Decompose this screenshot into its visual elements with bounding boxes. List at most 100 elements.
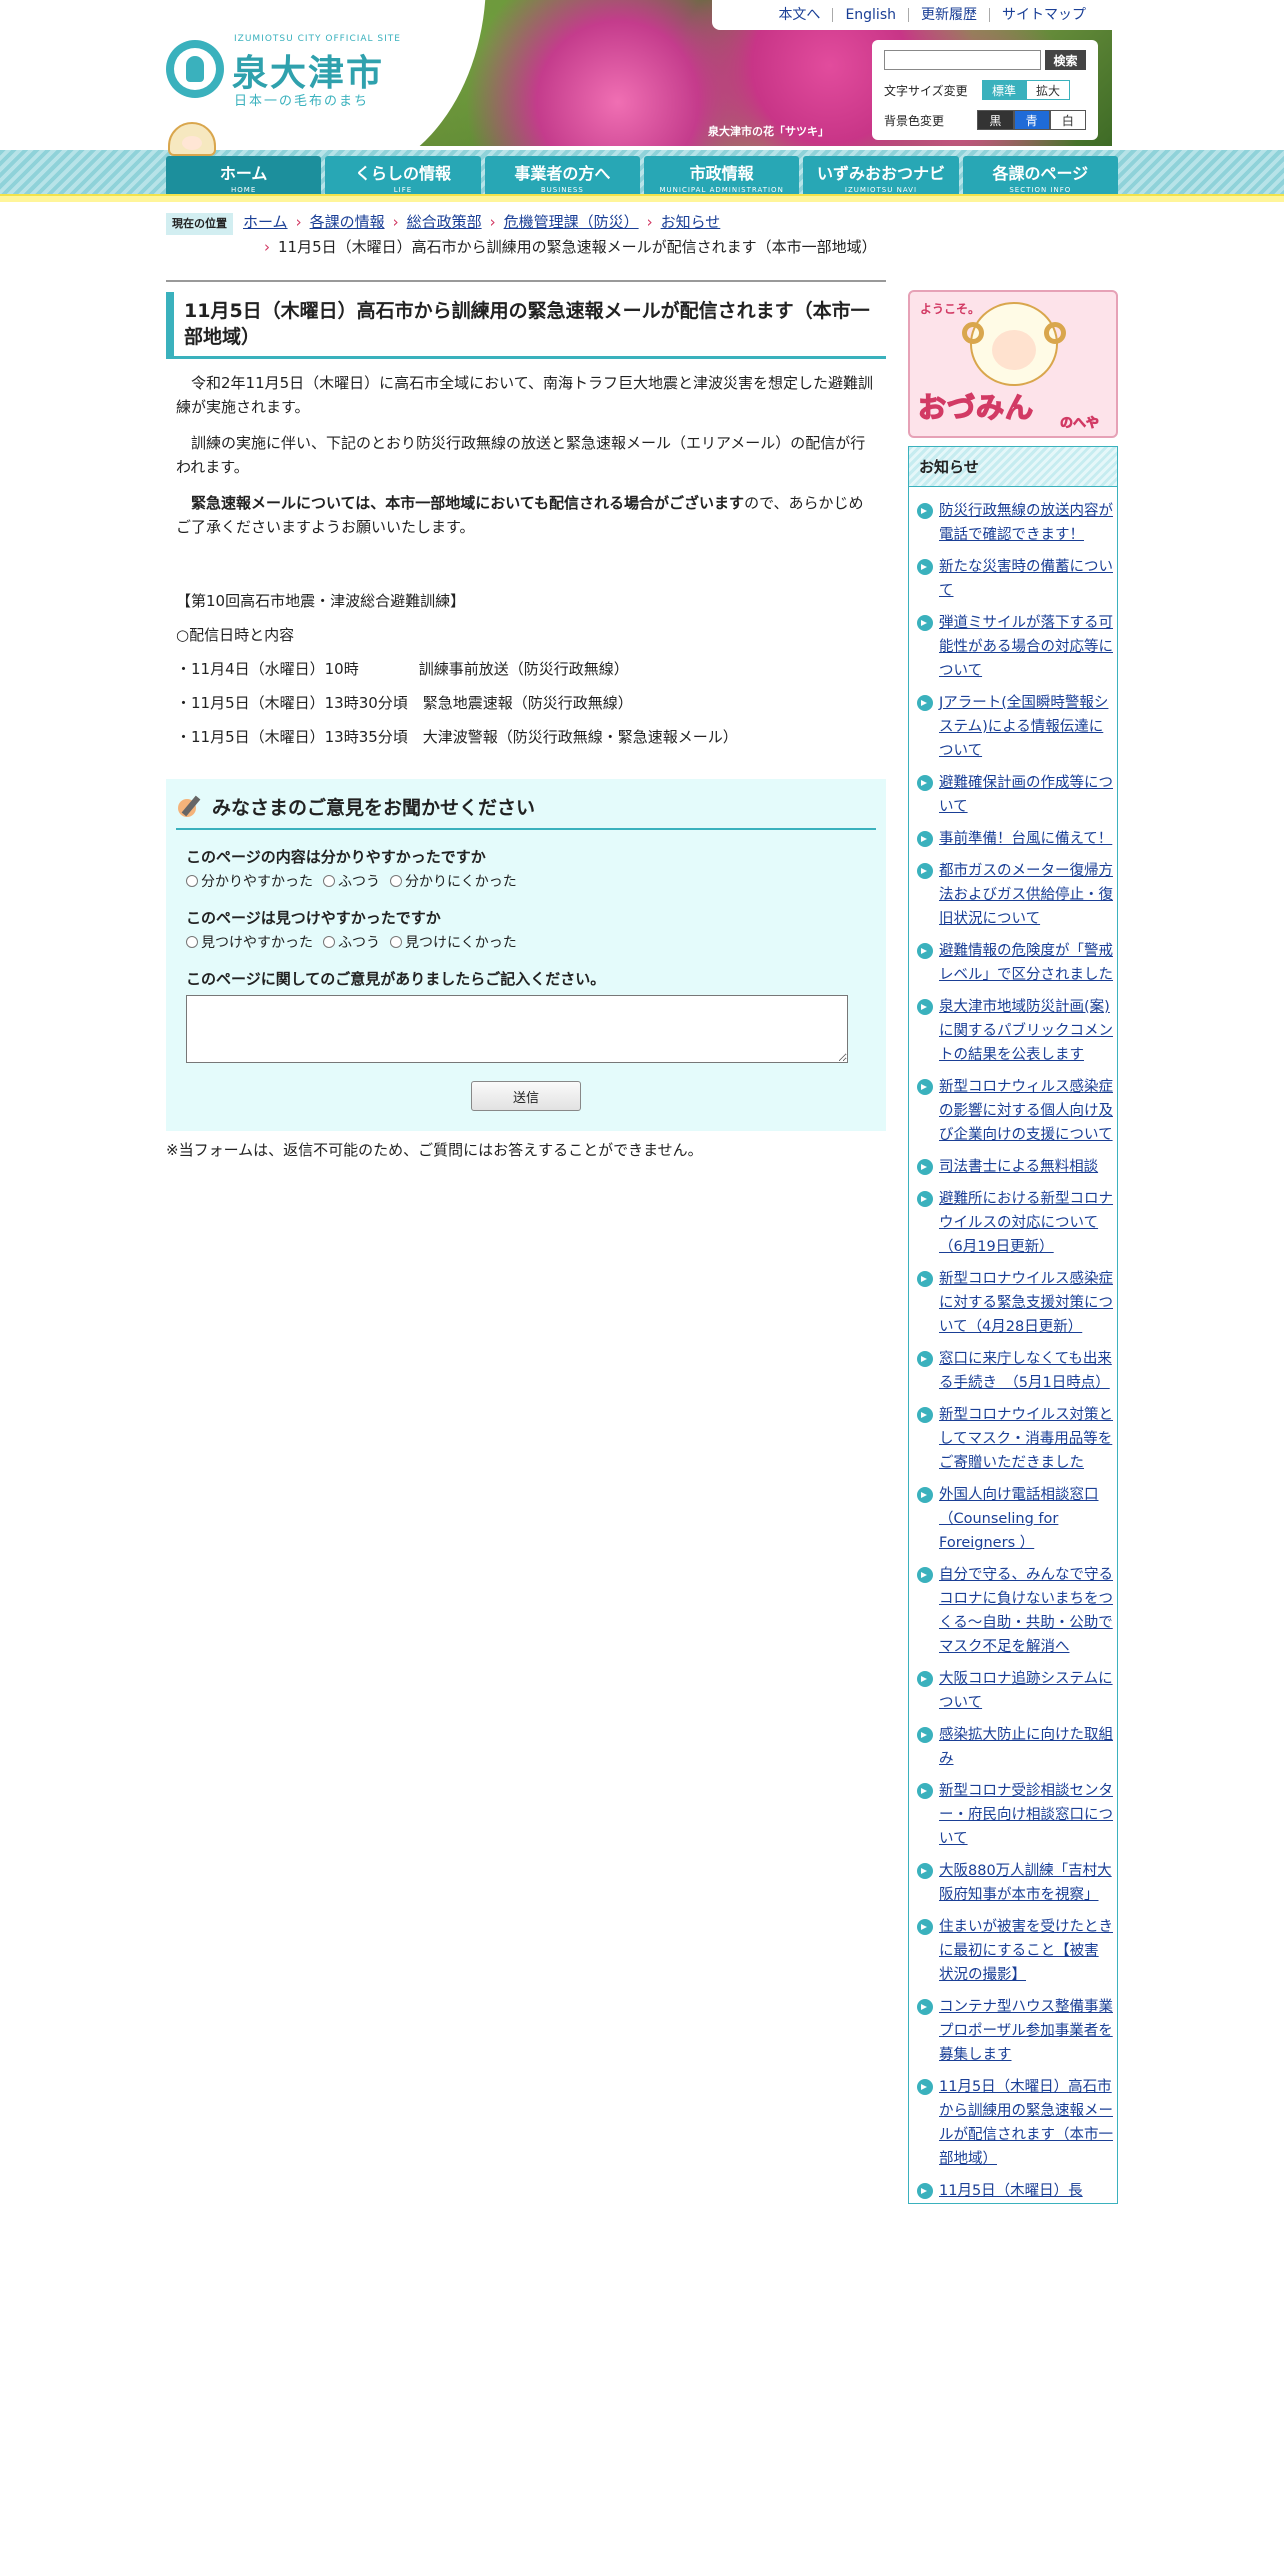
news-item: 大阪880万人訓練「吉村大阪府知事が本市を視察」: [917, 1859, 1113, 1907]
feedback-question: このページは見つけやすかったですか: [186, 909, 441, 927]
radio-button[interactable]: [323, 875, 335, 887]
bg-black-button[interactable]: 黒: [977, 110, 1014, 130]
news-link[interactable]: 防災行政無線の放送内容が電話で確認できます！: [939, 499, 1113, 547]
arrow-bullet-icon: [917, 1271, 933, 1287]
tools-panel: 検索 文字サイズ変更 標準 拡大 背景色変更 黒 青 白: [872, 40, 1098, 140]
divider: [166, 280, 886, 282]
news-link[interactable]: 新型コロナウイルス対策としてマスク・消毒用品等をご寄贈いただきました: [939, 1403, 1113, 1475]
feedback-question: このページの内容は分かりやすかったですか: [186, 848, 486, 866]
bg-blue-button[interactable]: 青: [1013, 110, 1050, 130]
arrow-bullet-icon: [917, 2183, 933, 2199]
font-standard-button[interactable]: 標準: [982, 80, 1026, 100]
schedule-item: ・11月4日（水曜日）10時 訓練事前放送（防災行政無線）: [176, 660, 629, 678]
news-link[interactable]: 11月5日（木曜日）長: [939, 2179, 1083, 2203]
news-link[interactable]: 新型コロナウィルス感染症の影響に対する個人向け及び企業向けの支援について: [939, 1075, 1113, 1147]
news-link[interactable]: 新型コロナ受診相談センター・府民向け相談窓口について: [939, 1779, 1113, 1851]
logo-subtitle: IZUMIOTSU CITY OFFICIAL SITE: [234, 34, 401, 44]
nav-home[interactable]: ホーム HOME: [166, 156, 322, 194]
font-size-label: 文字サイズ変更: [884, 83, 968, 98]
skip-to-content-link[interactable]: 本文へ: [766, 8, 832, 22]
news-link[interactable]: 司法書士による無料相談: [939, 1155, 1098, 1179]
ozumin-banner[interactable]: ようこそ。 おづみん のへや: [908, 290, 1118, 438]
nav-izumiotsu-navi[interactable]: いずみおおつナビ IZUMIOTSU NAVI: [803, 156, 959, 194]
nav-label: 各課のページ: [992, 164, 1089, 183]
chevron-right-icon: ›: [264, 238, 270, 256]
news-link[interactable]: 都市ガスのメーター復帰方法およびガス供給停止・復旧状況について: [939, 859, 1113, 931]
breadcrumb-link[interactable]: お知らせ: [661, 213, 721, 231]
news-link[interactable]: 避難情報の危険度が「警戒レベル」で区分されました: [939, 939, 1113, 987]
radio-option[interactable]: 見つけやすかった: [186, 932, 313, 952]
update-history-link[interactable]: 更新履歴: [908, 8, 989, 22]
news-link[interactable]: 窓口に来庁しなくても出来る手続き （5月1日時点）: [939, 1347, 1113, 1395]
main-content: 11月5日（木曜日）高石市から訓練用の緊急速報メールが配信されます（本市一部地域…: [166, 280, 886, 1160]
nav-sublabel: LIFE: [393, 186, 413, 194]
news-link[interactable]: 泉大津市地域防災計画(案)に関するパブリックコメントの結果を公表します: [939, 995, 1113, 1067]
radio-label: 見つけにくかった: [405, 935, 517, 951]
search-button[interactable]: 検索: [1045, 50, 1086, 70]
arrow-bullet-icon: [917, 943, 933, 959]
news-link[interactable]: 弾道ミサイルが落下する可能性がある場合の対応等について: [939, 611, 1113, 683]
news-item: コンテナ型ハウス整備事業プロポーザル参加事業者を募集します: [917, 1995, 1113, 2067]
news-link[interactable]: コンテナ型ハウス整備事業プロポーザル参加事業者を募集します: [939, 1995, 1113, 2067]
news-link[interactable]: 外国人向け電話相談窓口（Counseling for Foreigners ）: [939, 1483, 1113, 1555]
horn-icon: [962, 322, 984, 344]
global-nav: ホーム HOME くらしの情報 LIFE 事業者の方へ BUSINESS 市政情…: [166, 156, 1118, 194]
radio-button[interactable]: [186, 875, 198, 887]
feedback-textarea[interactable]: [186, 995, 848, 1063]
arrow-bullet-icon: [917, 775, 933, 791]
news-link[interactable]: 避難所における新型コロナウイルスの対応について（6月19日更新）: [939, 1187, 1113, 1259]
nav-municipal[interactable]: 市政情報 MUNICIPAL ADMINISTRATION: [643, 156, 800, 194]
hero-caption: 泉大津市の花「サツキ」: [708, 125, 829, 138]
news-link[interactable]: 新型コロナウイルス感染症に対する緊急支援対策について（4月28日更新）: [939, 1267, 1113, 1339]
news-item: 新型コロナ受診相談センター・府民向け相談窓口について: [917, 1779, 1113, 1851]
arrow-bullet-icon: [917, 1079, 933, 1095]
radio-button[interactable]: [323, 936, 335, 948]
radio-option[interactable]: 分かりにくかった: [390, 871, 517, 891]
city-emblem-icon: [166, 40, 224, 98]
nav-section-info[interactable]: 各課のページ SECTION INFO: [962, 156, 1118, 194]
page-title: 11月5日（木曜日）高石市から訓練用の緊急速報メールが配信されます（本市一部地域…: [166, 292, 886, 359]
news-link[interactable]: 大阪880万人訓練「吉村大阪府知事が本市を視察」: [939, 1859, 1113, 1907]
radio-option[interactable]: 見つけにくかった: [390, 932, 517, 952]
news-link[interactable]: 感染拡大防止に向けた取組み: [939, 1723, 1113, 1771]
radio-button[interactable]: [186, 936, 198, 948]
nav-business[interactable]: 事業者の方へ BUSINESS: [484, 156, 640, 194]
news-link[interactable]: 自分で守る、みんなで守るコロナに負けないまちをつくる～自助・共助・公助でマスク不…: [939, 1563, 1113, 1659]
news-box: お知らせ 防災行政無線の放送内容が電話で確認できます！ 新たな災害時の備蓄について…: [908, 446, 1118, 2204]
breadcrumb-link[interactable]: 各課の情報: [310, 213, 385, 231]
news-link[interactable]: 新たな災害時の備蓄について: [939, 555, 1113, 603]
submit-button[interactable]: 送信: [471, 1081, 581, 1111]
search-input[interactable]: [884, 50, 1041, 70]
news-link[interactable]: 事前準備！台風に備えて！: [939, 827, 1112, 851]
radio-option[interactable]: 分かりやすかった: [186, 871, 313, 891]
breadcrumb-link[interactable]: 総合政策部: [407, 213, 482, 231]
radio-button[interactable]: [390, 936, 402, 948]
bg-white-button[interactable]: 白: [1049, 110, 1086, 130]
font-large-button[interactable]: 拡大: [1026, 80, 1070, 100]
breadcrumb-link[interactable]: 危機管理課（防災）: [504, 213, 639, 231]
news-item: 窓口に来庁しなくても出来る手続き （5月1日時点）: [917, 1347, 1113, 1395]
news-link[interactable]: Jアラート(全国瞬時警報システム)による情報伝達について: [939, 691, 1113, 763]
chevron-right-icon: ›: [295, 213, 302, 231]
banner-caption: ようこそ。: [920, 302, 981, 316]
site-logo[interactable]: IZUMIOTSU CITY OFFICIAL SITE 泉大津市 日本一の毛布…: [166, 34, 406, 114]
news-link[interactable]: 11月5日（木曜日）高石市から訓練用の緊急速報メールが配信されます（本市一部地域…: [939, 2075, 1113, 2171]
nav-sublabel: SECTION INFO: [1009, 186, 1072, 194]
emphasis-text: 緊急速報メールについては、本市一部地域においても配信される場合がございます: [176, 494, 745, 512]
news-item: 住まいが被害を受けたときに最初にすること【被害状況の撮影】: [917, 1915, 1113, 1987]
news-item: Jアラート(全国瞬時警報システム)による情報伝達について: [917, 691, 1113, 763]
radio-option[interactable]: ふつう: [323, 871, 380, 891]
breadcrumb-link[interactable]: ホーム: [243, 213, 288, 231]
radio-button[interactable]: [390, 875, 402, 887]
schedule-item: ・11月5日（木曜日）13時30分頃 緊急地震速報（防災行政無線）: [176, 694, 633, 712]
news-link[interactable]: 大阪コロナ追跡システムについて: [939, 1667, 1113, 1715]
news-link[interactable]: 住まいが被害を受けたときに最初にすること【被害状況の撮影】: [939, 1915, 1113, 1987]
nav-label: くらしの情報: [354, 164, 451, 183]
radio-option[interactable]: ふつう: [323, 932, 380, 952]
news-item: 感染拡大防止に向けた取組み: [917, 1723, 1113, 1771]
sitemap-link[interactable]: サイトマップ: [989, 8, 1098, 22]
nav-life[interactable]: くらしの情報 LIFE: [325, 156, 481, 194]
feedback-question: このページに関してのご意見がありましたらご記入ください。: [186, 970, 606, 988]
news-link[interactable]: 避難確保計画の作成等について: [939, 771, 1113, 819]
english-link[interactable]: English: [832, 8, 908, 22]
